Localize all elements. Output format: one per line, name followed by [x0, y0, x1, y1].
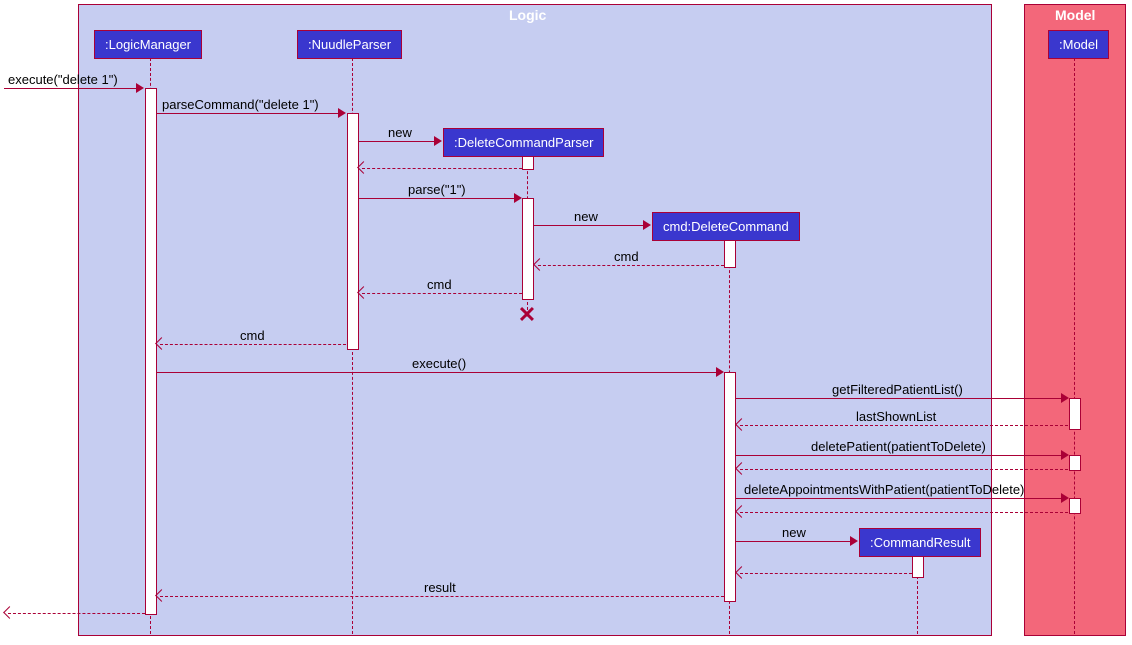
arrow-new3 — [735, 541, 852, 542]
msg-new1: new — [388, 125, 412, 140]
arrow-deletepatient-return — [740, 469, 1068, 470]
activation-deletecommand-1 — [724, 240, 736, 268]
msg-result: result — [424, 580, 456, 595]
arrow-return1 — [362, 168, 522, 169]
participant-nuudleparser: :NuudleParser — [297, 30, 402, 59]
arrowhead-new3 — [850, 536, 858, 546]
participant-commandresult: :CommandResult — [859, 528, 981, 557]
msg-executecall: execute() — [412, 356, 466, 371]
msg-deletepatient: deletePatient(patientToDelete) — [811, 439, 986, 454]
msg-execute: execute("delete 1") — [8, 72, 118, 87]
arrowhead-deleteappts — [1061, 493, 1069, 503]
activation-deletecommand-2 — [724, 372, 736, 602]
arrowhead-getfiltered — [1061, 393, 1069, 403]
arrowhead-new2 — [643, 220, 651, 230]
arrowhead-execute — [136, 83, 144, 93]
arrow-cmd1 — [538, 265, 724, 266]
arrowhead-deletepatient — [1061, 450, 1069, 460]
arrow-execute — [4, 88, 138, 89]
activation-deletecommandparser-2 — [522, 198, 534, 300]
arrow-result — [160, 596, 724, 597]
arrowhead-new1 — [434, 136, 442, 146]
msg-parse: parse("1") — [408, 182, 466, 197]
activation-logicmanager — [145, 88, 157, 615]
arrow-getfiltered — [735, 398, 1063, 399]
msg-getfiltered: getFilteredPatientList() — [832, 382, 963, 397]
msg-new3: new — [782, 525, 806, 540]
msg-parsecommand: parseCommand("delete 1") — [162, 97, 319, 112]
arrowhead-parse — [514, 193, 522, 203]
participant-deletecommand: cmd:DeleteCommand — [652, 212, 800, 241]
activation-nuudleparser — [347, 113, 359, 350]
arrow-new3-return — [740, 573, 912, 574]
arrow-lastshownlist — [740, 425, 1068, 426]
frame-model: Model — [1024, 4, 1126, 636]
arrow-cmd3 — [160, 344, 346, 345]
frame-logic-label: Logic — [509, 5, 546, 25]
arrow-parse — [358, 198, 516, 199]
msg-cmd2: cmd — [427, 277, 452, 292]
arrow-deletepatient — [735, 455, 1063, 456]
msg-cmd1: cmd — [614, 249, 639, 264]
activation-model-1 — [1069, 398, 1081, 430]
arrowhead-parsecommand — [338, 108, 346, 118]
participant-model: :Model — [1048, 30, 1109, 59]
msg-deleteappts: deleteAppointmentsWithPatient(patientToD… — [744, 482, 1024, 497]
arrow-executecall — [156, 372, 718, 373]
arrow-deleteappts — [735, 498, 1063, 499]
arrow-parsecommand — [156, 113, 340, 114]
msg-cmd3: cmd — [240, 328, 265, 343]
msg-lastshownlist: lastShownList — [856, 409, 936, 424]
activation-model-2 — [1069, 455, 1081, 471]
activation-model-3 — [1069, 498, 1081, 514]
arrow-cmd2 — [362, 293, 522, 294]
participant-logicmanager: :LogicManager — [94, 30, 202, 59]
arrow-final — [8, 613, 145, 614]
activation-deletecommandparser-1 — [522, 156, 534, 170]
arrow-deleteappts-return — [740, 512, 1068, 513]
arrow-new2 — [533, 225, 645, 226]
arrowhead-executecall — [716, 367, 724, 377]
arrowhead-final — [3, 606, 16, 619]
arrow-new1 — [358, 141, 436, 142]
activation-commandresult — [912, 556, 924, 578]
participant-deletecommandparser: :DeleteCommandParser — [443, 128, 604, 157]
msg-new2: new — [574, 209, 598, 224]
frame-model-label: Model — [1055, 5, 1095, 25]
lifeline-model — [1074, 58, 1075, 634]
destroy-deletecommandparser: ✕ — [518, 302, 536, 328]
